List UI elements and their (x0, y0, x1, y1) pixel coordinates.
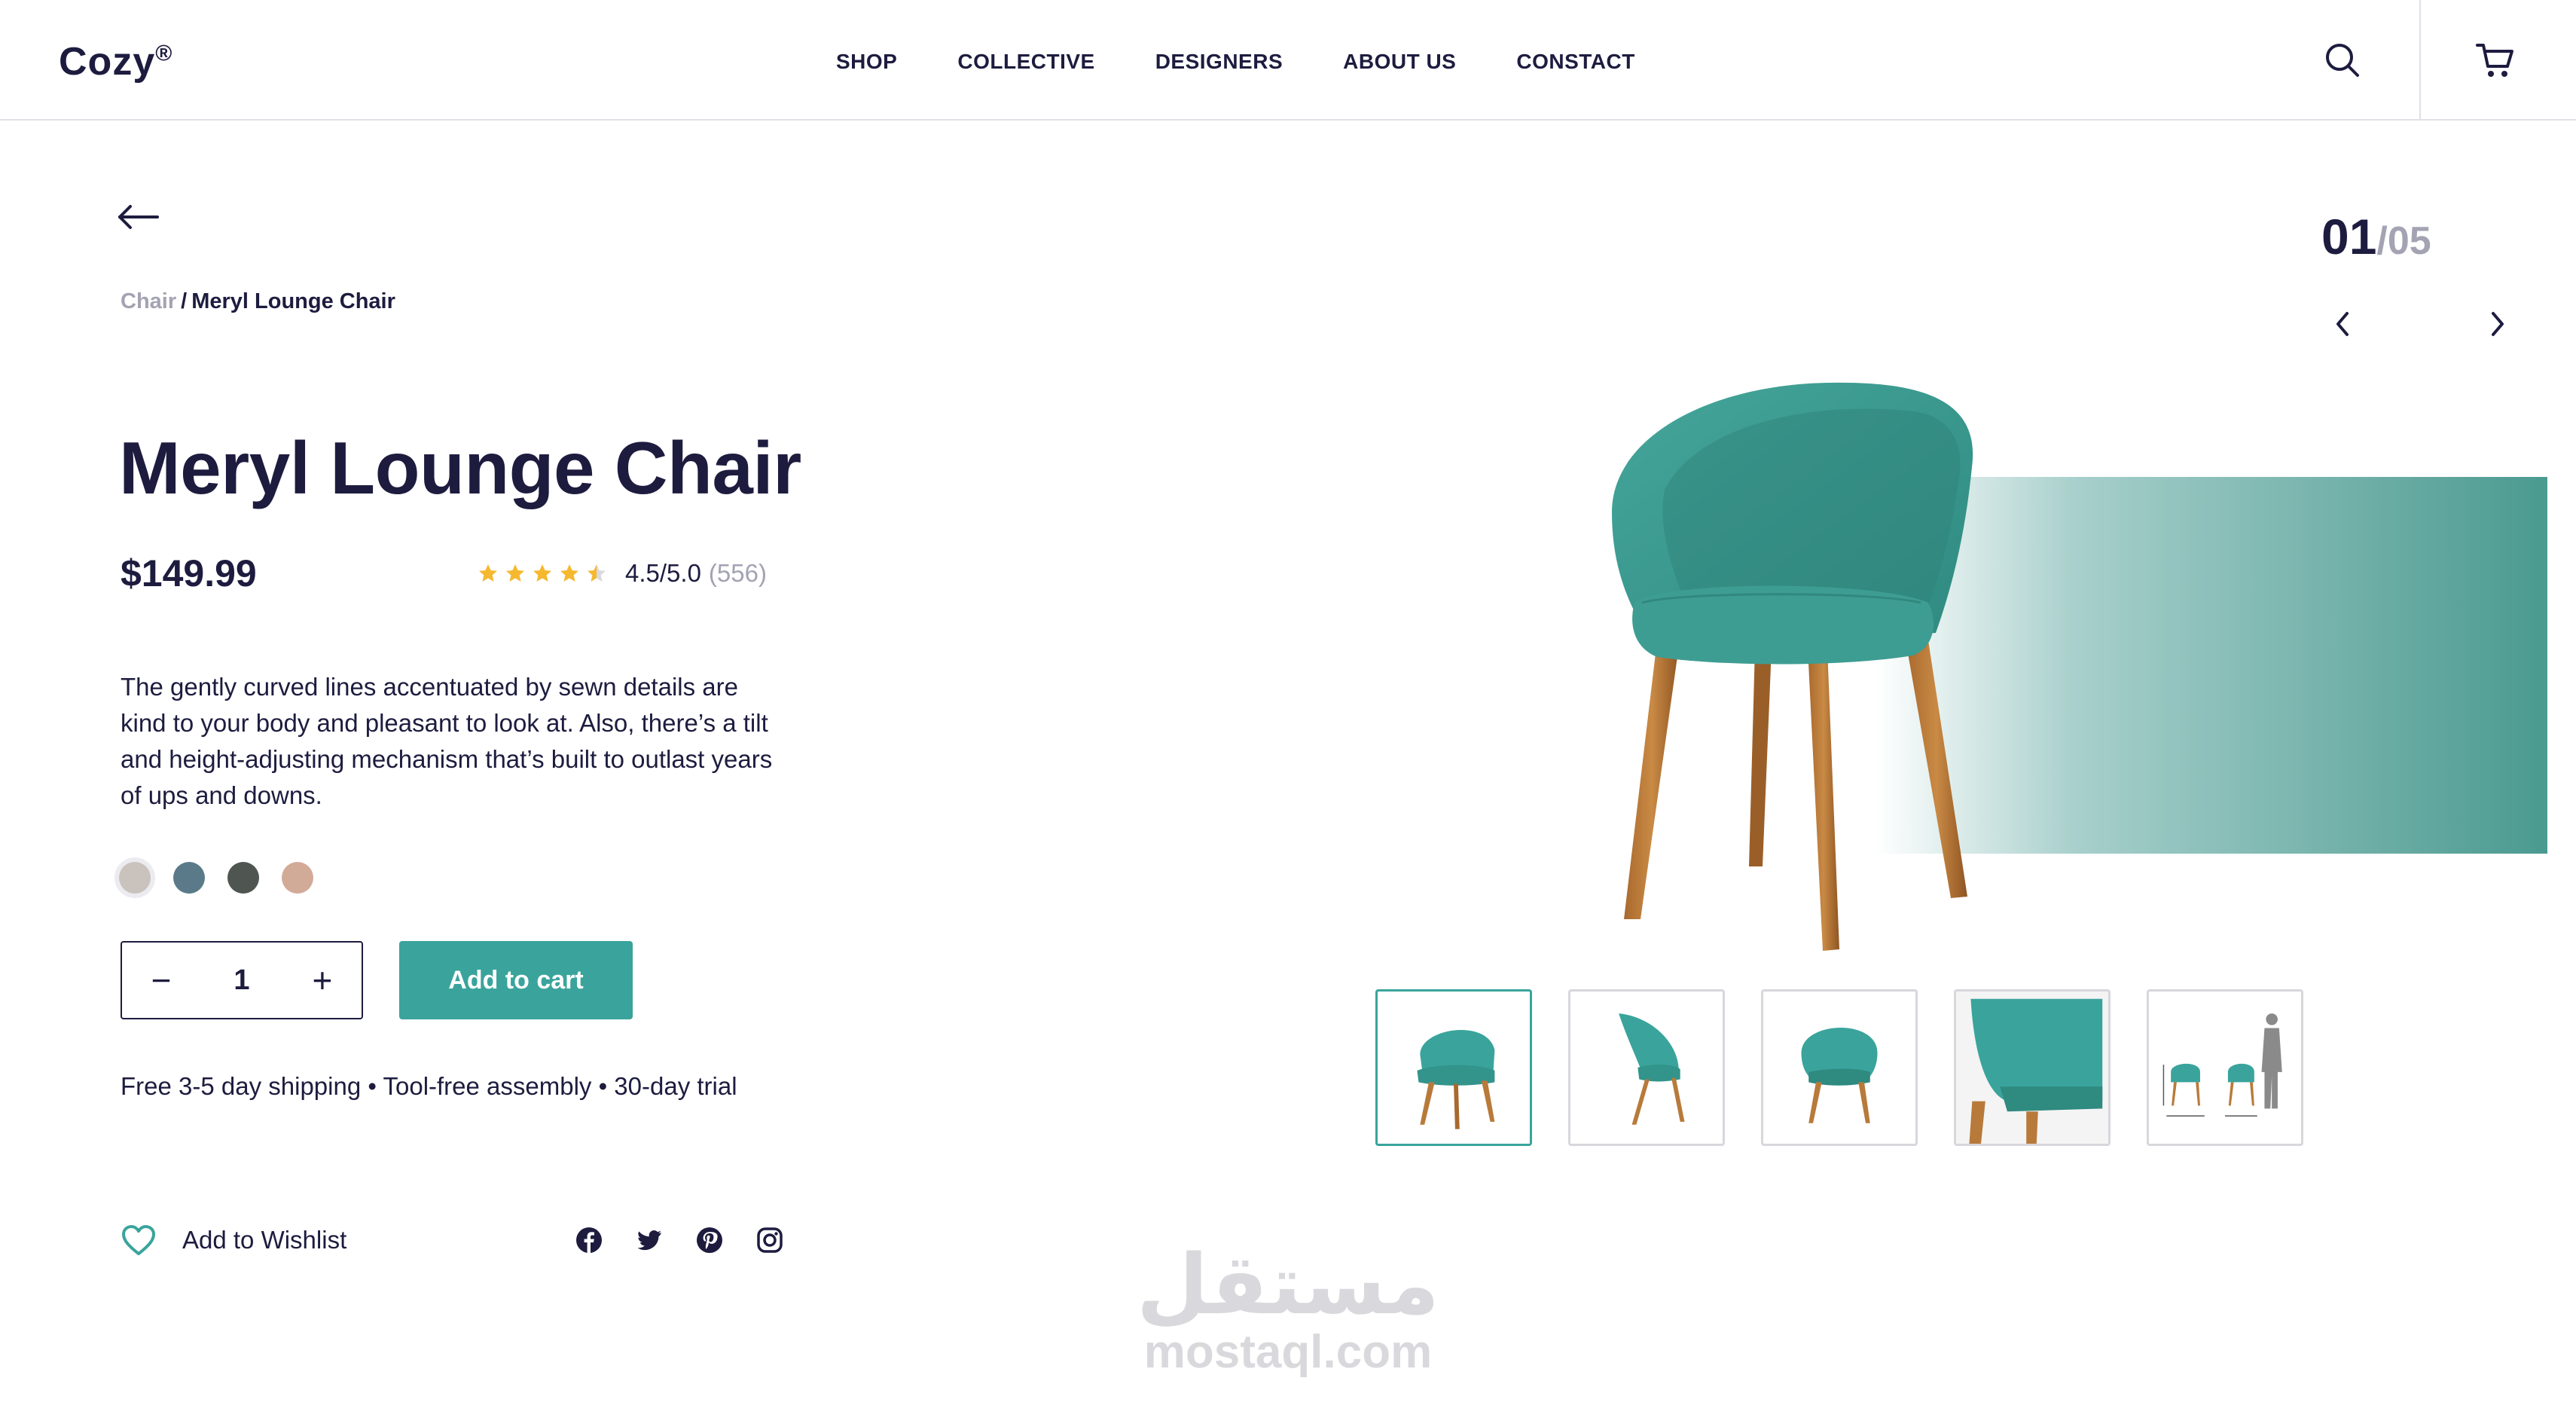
quantity-increase-button[interactable]: + (309, 963, 336, 998)
star-icon (588, 564, 606, 582)
watermark-latin: mostaql.com (1143, 1326, 1433, 1378)
thumbnail-3[interactable] (1761, 989, 1918, 1146)
chevron-left-icon[interactable] (2330, 307, 2355, 341)
nav-shop[interactable]: SHOP (836, 50, 897, 74)
product-hero-image (1612, 382, 1973, 951)
product-title: Meryl Lounge Chair (119, 426, 801, 509)
color-swatch[interactable] (173, 862, 205, 894)
rating-score: 4.5/5.0 (625, 559, 701, 587)
thumbnail-5[interactable] (2147, 989, 2303, 1146)
thumbnail-1[interactable] (1375, 989, 1532, 1146)
nav-designers[interactable]: DESIGNERS (1155, 50, 1283, 74)
brand-logo[interactable]: Cozy® (59, 39, 172, 84)
heart-icon (122, 1225, 155, 1255)
chair-side-thumbnail (1619, 1013, 1685, 1125)
quantity-stepper: − 1 + (121, 941, 363, 1019)
wishlist-label: Add to Wishlist (182, 1226, 347, 1254)
watermark-arabic: مستقل (1136, 1236, 1440, 1333)
chair-dimensions-thumbnail (2162, 1013, 2282, 1117)
color-swatch[interactable] (282, 862, 313, 894)
thumbnail-4[interactable] (1954, 989, 2111, 1146)
gallery-thumbnails (1375, 989, 2303, 1146)
breadcrumb: Chair / Meryl Lounge Chair (121, 289, 395, 314)
pinterest-icon[interactable] (696, 1227, 723, 1254)
chair-front-thumbnail (1417, 1030, 1495, 1129)
gallery-current: 01 (2321, 209, 2377, 264)
chair-back-thumbnail (1801, 1028, 1878, 1123)
rating-stars (478, 563, 607, 584)
social-links (575, 1227, 783, 1254)
add-to-cart-button[interactable]: Add to cart (399, 941, 633, 1019)
main-nav: SHOP COLLECTIVE DESIGNERS ABOUT US CONST… (836, 50, 1695, 74)
product-description: The gently curved lines accentuated by s… (121, 673, 773, 809)
facebook-icon[interactable] (575, 1227, 603, 1254)
twitter-icon[interactable] (636, 1227, 663, 1254)
star-icon (506, 564, 524, 582)
color-swatches (119, 862, 313, 894)
color-swatch[interactable] (227, 862, 259, 894)
instagram-icon[interactable] (756, 1227, 783, 1254)
star-icon (560, 564, 578, 582)
product-rating: 4.5/5.0 (556) (478, 559, 767, 588)
shipping-info: Free 3-5 day shipping • Tool-free assemb… (121, 1072, 737, 1100)
back-arrow-icon[interactable] (117, 203, 160, 231)
chair-detail-thumbnail (1956, 992, 2108, 1144)
nav-about-us[interactable]: ABOUT US (1343, 50, 1456, 74)
thumbnail-2[interactable] (1568, 989, 1725, 1146)
quantity-value[interactable]: 1 (233, 964, 249, 997)
gallery-total: /05 (2376, 219, 2431, 263)
star-icon (479, 564, 497, 582)
watermark: مستقل mostaql.com (1130, 1243, 1446, 1379)
breadcrumb-current: Meryl Lounge Chair (191, 289, 395, 313)
gallery-counter: 01/05 (2321, 208, 2431, 265)
color-swatch[interactable] (119, 862, 151, 894)
quantity-decrease-button[interactable]: − (148, 963, 175, 998)
breadcrumb-chair[interactable]: Chair (121, 289, 176, 313)
search-icon[interactable] (2321, 39, 2364, 81)
nav-collective[interactable]: COLLECTIVE (957, 50, 1094, 74)
star-icon (533, 564, 551, 582)
add-to-wishlist-button[interactable]: Add to Wishlist (121, 1224, 346, 1257)
chevron-right-icon[interactable] (2486, 307, 2510, 341)
site-header: Cozy® SHOP COLLECTIVE DESIGNERS ABOUT US… (0, 0, 2576, 121)
rating-count[interactable]: (556) (709, 559, 767, 588)
breadcrumb-separator: / (181, 289, 188, 313)
header-divider (2419, 0, 2421, 121)
product-price: $149.99 (121, 552, 257, 594)
cart-icon[interactable] (2474, 39, 2516, 81)
nav-contact[interactable]: CONSTACT (1516, 50, 1634, 74)
